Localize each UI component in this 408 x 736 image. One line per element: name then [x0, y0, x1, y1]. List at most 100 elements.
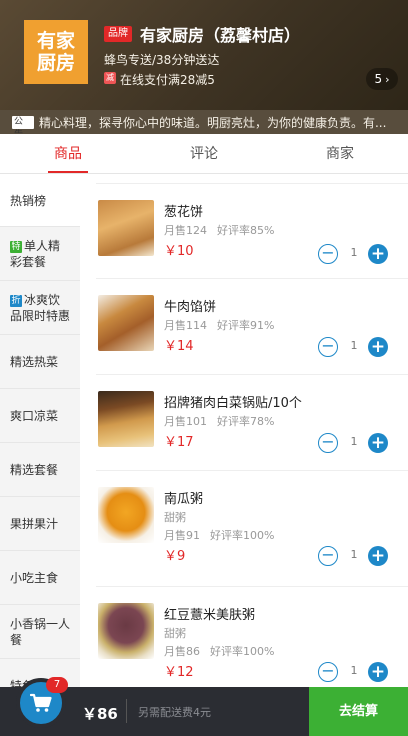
tab-reviews[interactable]: 评论: [136, 134, 272, 173]
tab-goods[interactable]: 商品: [0, 134, 136, 173]
product-desc: 甜粥: [164, 511, 186, 524]
notice-text: 精心料理，探寻你心中的味道。明厨亮灶，为你的健康负责。有...: [38, 115, 387, 130]
product-name: 红豆薏米美肤粥: [164, 608, 256, 623]
sidebar-item-label: 爽口凉菜: [10, 409, 59, 423]
checkout-button[interactable]: 去结算: [309, 687, 408, 736]
discount-tag-icon: 折: [10, 294, 22, 307]
sidebar-item-set-meals[interactable]: 精选套餐: [0, 443, 80, 497]
product-name: 葱花饼: [164, 205, 204, 220]
quantity-value: 1: [350, 548, 358, 561]
plus-button[interactable]: +: [368, 662, 388, 682]
sidebar-item-snacks[interactable]: 小吃主食: [0, 551, 80, 605]
minus-button[interactable]: −: [318, 433, 338, 453]
sidebar-item-label: 果拼果汁: [10, 517, 59, 531]
product-image: [98, 391, 154, 447]
sidebar-item-label: 小吃主食: [10, 571, 59, 585]
store-name: 有家厨房（荔馨村店）: [140, 26, 301, 45]
store-header: 有家厨房 品牌 有家厨房（荔馨村店） 蜂鸟专送/38分钟送达 减 在线支付满28…: [0, 0, 408, 110]
sales-count: 月售101: [164, 415, 207, 428]
list-item[interactable]: 红豆薏米美肤粥 甜粥 月售86 好评率100% ￥12 − 1 +: [80, 587, 408, 687]
product-price: ￥9: [164, 549, 186, 564]
product-stats: 月售101 好评率78%: [164, 413, 274, 429]
sidebar-item-hot[interactable]: 热销榜: [0, 175, 80, 227]
sidebar-item-drinks[interactable]: 折冰爽饮品限时特惠: [0, 281, 80, 335]
quantity-stepper: − 1 +: [318, 662, 398, 684]
product-price: ￥12: [164, 665, 194, 680]
product-list: 葱花饼 月售124 好评率85% ￥10 − 1 + 牛肉馅饼 月售114 好评率9…: [80, 175, 408, 687]
category-sidebar: 热销榜 特单人精彩套餐 折冰爽饮品限时特惠 精选热菜 爽口凉菜 精选套餐 果拼果…: [0, 175, 80, 687]
minus-button[interactable]: −: [318, 662, 338, 682]
product-price: ￥17: [164, 435, 194, 450]
rating: 好评率100%: [210, 529, 275, 542]
list-item[interactable]: 南瓜粥 甜粥 月售91 好评率100% ￥9 − 1 +: [80, 471, 408, 587]
sidebar-item-label: 小香锅一人餐: [10, 616, 71, 647]
quantity-value: 1: [350, 664, 358, 677]
product-image: [98, 200, 154, 256]
product-stats: 月售86 好评率100%: [164, 643, 274, 659]
plus-button[interactable]: +: [368, 546, 388, 566]
product-stats: 月售124 好评率85%: [164, 222, 274, 238]
rating: 好评率78%: [217, 415, 275, 428]
tab-bar: 商品 评论 商家: [0, 134, 408, 174]
plus-button[interactable]: +: [368, 337, 388, 357]
plus-button[interactable]: +: [368, 433, 388, 453]
plus-button[interactable]: +: [368, 244, 388, 264]
quantity-stepper: − 1 +: [318, 546, 398, 568]
product-price: ￥10: [164, 244, 194, 259]
store-logo: 有家厨房: [24, 20, 88, 84]
quantity-stepper: − 1 +: [318, 337, 398, 359]
product-stats: 月售91 好评率100%: [164, 527, 274, 543]
brand-badge: 品牌: [104, 26, 132, 42]
minus-button[interactable]: −: [318, 337, 338, 357]
minus-button[interactable]: −: [318, 546, 338, 566]
sidebar-item-hot-dishes[interactable]: 精选热菜: [0, 335, 80, 389]
sales-count: 月售91: [164, 529, 200, 542]
minus-button[interactable]: −: [318, 244, 338, 264]
sidebar-item-fruit[interactable]: 果拼果汁: [0, 497, 80, 551]
tab-merchant[interactable]: 商家: [272, 134, 408, 173]
promo-count-button[interactable]: 5 ›: [366, 68, 398, 90]
sidebar-item-cold-dishes[interactable]: 爽口凉菜: [0, 389, 80, 443]
sidebar-item-label: 热销榜: [10, 194, 47, 208]
product-desc: 甜粥: [164, 627, 186, 640]
cart-total: ￥86: [82, 705, 118, 723]
delivery-fee: 另需配送费4元: [138, 706, 211, 719]
product-price: ￥14: [164, 339, 194, 354]
list-item[interactable]: 葱花饼 月售124 好评率85% ￥10 − 1 +: [80, 183, 408, 279]
cart-count-badge: 7: [46, 677, 68, 693]
product-image: [98, 603, 154, 659]
cart-icon: [30, 693, 52, 712]
rating: 好评率100%: [210, 645, 275, 658]
divider: [126, 699, 127, 723]
product-image: [98, 295, 154, 351]
quantity-value: 1: [350, 339, 358, 352]
notice-tag: 公告: [12, 115, 34, 140]
chevron-right-icon: ›: [385, 72, 390, 86]
rating: 好评率85%: [217, 224, 275, 237]
product-name: 牛肉馅饼: [164, 300, 217, 315]
sidebar-item-label: 精选热菜: [10, 355, 59, 369]
sidebar-item-label: 精选套餐: [10, 463, 59, 477]
promo-count: 5: [374, 72, 383, 86]
sidebar-item-single-set[interactable]: 特单人精彩套餐: [0, 227, 80, 281]
quantity-value: 1: [350, 435, 358, 448]
discount-icon: 减: [104, 72, 116, 84]
product-name: 南瓜粥: [164, 492, 204, 507]
logo-text: 有家厨房: [36, 30, 75, 74]
quantity-stepper: − 1 +: [318, 433, 398, 455]
special-tag-icon: 特: [10, 240, 22, 253]
quantity-value: 1: [350, 246, 358, 259]
rating: 好评率91%: [217, 319, 275, 332]
sales-count: 月售124: [164, 224, 207, 237]
notice-bar[interactable]: 公告 精心料理，探寻你心中的味道。明厨亮灶，为你的健康负责。有...: [0, 110, 408, 140]
sales-count: 月售114: [164, 319, 207, 332]
list-item[interactable]: 招牌猪肉白菜锅贴/10个 月售101 好评率78% ￥17 − 1 +: [80, 375, 408, 471]
sales-count: 月售86: [164, 645, 200, 658]
sidebar-item-hotpot[interactable]: 小香锅一人餐: [0, 605, 80, 659]
product-stats: 月售114 好评率91%: [164, 317, 274, 333]
product-name: 招牌猪肉白菜锅贴/10个: [164, 396, 302, 411]
list-item[interactable]: 牛肉馅饼 月售114 好评率91% ￥14 − 1 +: [80, 279, 408, 375]
product-image: [98, 487, 154, 543]
promo-text: 在线支付满28减5: [120, 73, 215, 87]
quantity-stepper: − 1 +: [318, 244, 398, 266]
